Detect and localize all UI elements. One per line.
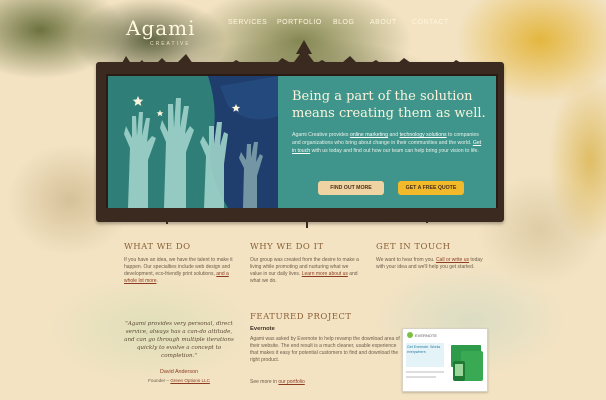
thumb-headline: Get Evernote. Works everywhere. <box>407 345 441 354</box>
text-what-we-do: If you have an idea, we have the talent … <box>124 257 234 285</box>
heading-what-we-do: WHAT WE DO <box>124 242 191 252</box>
evernote-screenshot: EVERNOTE Get Evernote. Works everywhere. <box>403 329 487 391</box>
link-our-portfolio[interactable]: our portfolio <box>278 379 304 385</box>
free-quote-button[interactable]: GET A FREE QUOTE <box>398 181 464 195</box>
featured-project-description: Agami was asked by Evernote to help reva… <box>250 336 400 363</box>
nav-about[interactable]: ABOUT <box>370 19 397 26</box>
link-technology-solutions[interactable]: technology solutions <box>400 132 447 138</box>
testimonial-quote: "Agami provides very personal, direct se… <box>124 321 234 359</box>
nav-services[interactable]: SERVICES <box>228 19 267 26</box>
thumb-brand: EVERNOTE <box>415 333 437 338</box>
find-out-more-button[interactable]: FIND OUT MORE <box>318 181 384 195</box>
link-green-options[interactable]: Green Options LLC <box>170 378 210 383</box>
featured-project-title: Evernote <box>250 326 275 332</box>
nav-blog[interactable]: BLOG <box>333 19 354 26</box>
nav-portfolio[interactable]: PORTFOLIO <box>277 19 322 26</box>
banner-text: and <box>388 132 400 138</box>
role-prefix: Founder – <box>148 378 171 383</box>
banner-text: with us today and find out how our team … <box>310 148 479 154</box>
hero-banner: Being a part of the solution means creat… <box>106 74 498 210</box>
nav-contact[interactable]: CONTACT <box>412 19 449 26</box>
link-online-marketing[interactable]: online marketing <box>350 132 388 138</box>
text-get-in-touch: We want to hear from you. Call or write … <box>376 257 486 271</box>
testimonial-role: Founder – Green Options LLC <box>124 378 234 383</box>
raised-hands-illustration <box>108 76 278 208</box>
heading-why-we-do-it: WHY WE DO IT <box>250 242 324 252</box>
testimonial-author: David Anderson <box>159 369 199 375</box>
column-text: We want to hear from you. <box>376 257 436 263</box>
featured-see-more: See more in our portfolio <box>250 379 305 385</box>
featured-project-thumbnail[interactable]: EVERNOTE Get Evernote. Works everywhere. <box>402 328 488 392</box>
heading-get-in-touch: GET IN TOUCH <box>376 242 451 252</box>
link-call-or-write-us[interactable]: Call or write us <box>436 257 469 263</box>
text-why-we-do-it: Our group was created from the desire to… <box>250 257 360 285</box>
see-more-text: See more in <box>250 379 279 385</box>
banner-text: Agami Creative provides <box>292 132 350 138</box>
banner-description: Agami Creative provides online marketing… <box>292 131 482 155</box>
featured-project-heading: FEATURED PROJECT <box>250 312 352 322</box>
ink-drip-decoration <box>96 208 504 228</box>
link-learn-more-about-us[interactable]: Learn more about us <box>302 271 348 277</box>
banner-headline: Being a part of the solution means creat… <box>292 89 486 121</box>
logo[interactable]: Agami <box>126 16 196 40</box>
column-text: . <box>156 278 158 284</box>
